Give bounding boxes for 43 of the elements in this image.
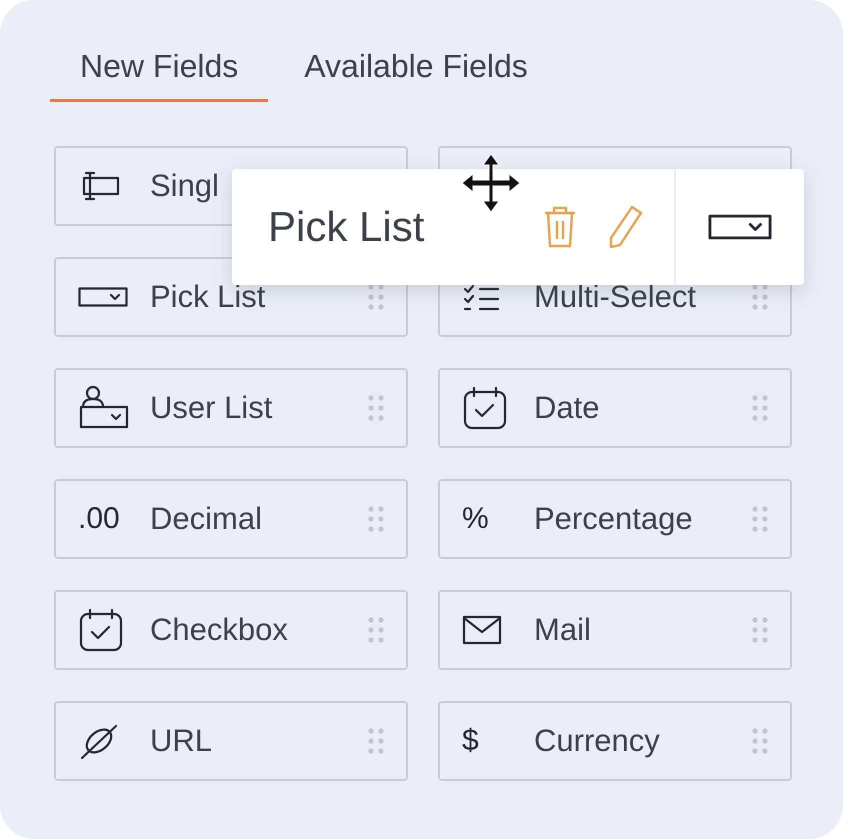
drag-handle-icon[interactable] xyxy=(368,284,384,310)
field-type-glyph: % xyxy=(462,502,490,536)
field-tile[interactable]: $ Currency xyxy=(438,701,792,781)
field-tile[interactable]: Date xyxy=(438,368,792,448)
field-label: Percentage xyxy=(534,501,694,537)
field-type-glyph: .00 xyxy=(78,502,121,536)
drag-handle-icon[interactable] xyxy=(368,617,384,643)
field-label: Checkbox xyxy=(150,612,289,648)
drag-handle-icon[interactable] xyxy=(368,395,384,421)
checklist-icon xyxy=(462,282,502,312)
dropdown-icon xyxy=(78,287,128,307)
calendar-check-icon xyxy=(78,607,124,653)
field-label: Date xyxy=(534,390,600,426)
trash-icon[interactable] xyxy=(542,205,578,249)
tab[interactable]: New Fields xyxy=(50,40,268,102)
field-label: User List xyxy=(150,390,274,426)
drag-handle-icon[interactable] xyxy=(752,728,768,754)
drag-handle-icon[interactable] xyxy=(752,284,768,310)
drag-handle-icon[interactable] xyxy=(752,395,768,421)
pencil-icon[interactable] xyxy=(608,204,644,250)
field-label: Mail xyxy=(534,612,592,648)
tab[interactable]: Available Fields xyxy=(274,40,558,102)
drag-handle-icon[interactable] xyxy=(752,506,768,532)
field-label: Multi-Select xyxy=(534,279,697,315)
drag-handle-icon[interactable] xyxy=(368,728,384,754)
field-tile[interactable]: URL xyxy=(54,701,408,781)
field-tile[interactable]: % Percentage xyxy=(438,479,792,559)
field-label: Currency xyxy=(534,723,661,759)
dropdown-icon xyxy=(708,214,772,240)
user-dropdown-icon xyxy=(78,385,130,431)
calendar-check-icon xyxy=(462,385,508,431)
field-label: Decimal xyxy=(150,501,263,537)
field-tile[interactable]: Mail xyxy=(438,590,792,670)
field-label: URL xyxy=(150,723,214,759)
field-tile[interactable]: .00 Decimal xyxy=(54,479,408,559)
field-label: Singl xyxy=(150,168,220,204)
field-type-glyph: $ xyxy=(462,724,480,758)
field-tile[interactable]: User List xyxy=(54,368,408,448)
mail-icon xyxy=(462,614,502,646)
drag-handle-icon[interactable] xyxy=(752,617,768,643)
drag-handle-icon[interactable] xyxy=(368,506,384,532)
field-label: Pick List xyxy=(150,279,266,315)
field-tile[interactable]: Checkbox xyxy=(54,590,408,670)
